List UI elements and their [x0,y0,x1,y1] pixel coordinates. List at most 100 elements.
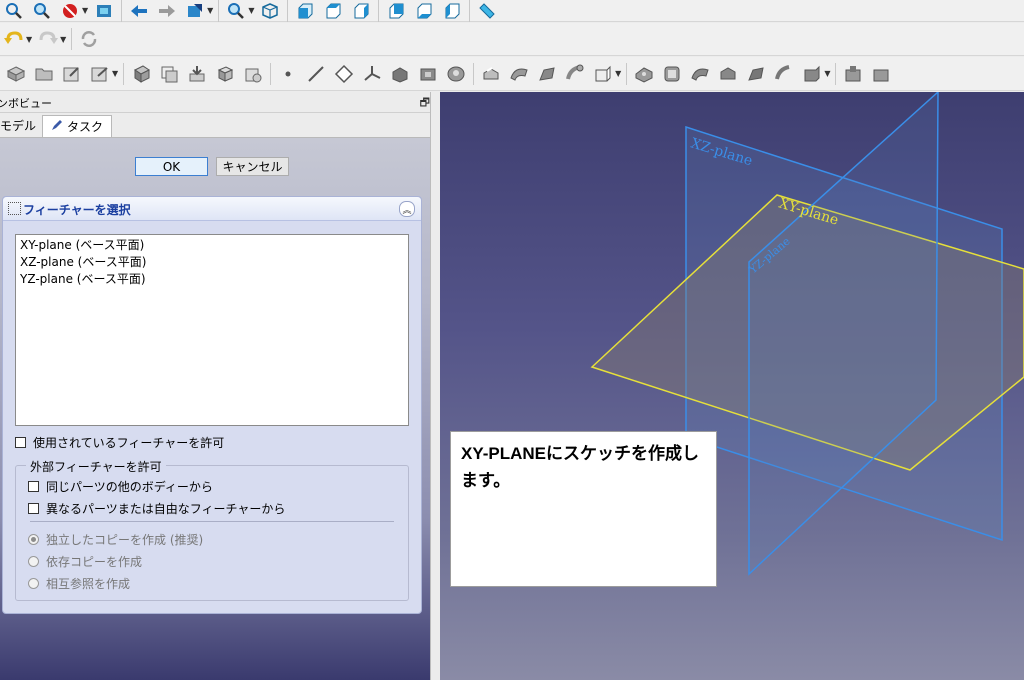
loft-icon[interactable] [536,63,558,85]
zoom-icon[interactable] [31,0,53,22]
select-feature-icon [8,202,21,215]
chevron-down-icon[interactable]: ▼ [60,35,66,44]
reload-icon[interactable] [78,28,100,50]
thickness-icon[interactable] [773,63,795,85]
revolution-icon[interactable] [508,63,530,85]
radio-label: 相互参照を作成 [46,577,131,591]
toolbar-separator [378,0,380,22]
chevron-down-icon[interactable]: ▼ [824,69,830,78]
other-part-checkbox[interactable] [28,503,39,514]
thickness-icon[interactable] [801,63,823,85]
forward-arrow-icon[interactable] [156,0,178,22]
clone-icon[interactable] [186,63,208,85]
other-part-row[interactable]: 異なるパーツまたは自由なフィーチャーから [28,500,285,517]
radio-button[interactable] [28,534,39,545]
thickness-icon[interactable] [745,63,767,85]
same-part-label: 同じパーツの他のボディーから [46,480,213,494]
draft-icon[interactable] [717,63,739,85]
groove-icon[interactable] [480,63,502,85]
radio-independent-copy[interactable]: 独立したコピーを作成 (推奨) [28,531,203,548]
collapse-icon[interactable]: ︽ [399,201,415,217]
toolbar-separator [469,0,471,22]
chevron-down-icon[interactable]: ▼ [82,6,88,15]
validate-sketch-icon[interactable] [89,63,111,85]
point-icon[interactable] [277,63,299,85]
toolbar-separator [218,0,220,22]
cancel-button[interactable]: キャンセル [216,157,289,176]
chevron-down-icon[interactable]: ▼ [26,35,32,44]
measure-icon[interactable] [476,0,498,22]
partdesign-toolbar: ▼ ▼ ▼ [0,57,1024,91]
clone-icon[interactable] [158,63,180,85]
hole-icon[interactable] [445,63,467,85]
clone-icon[interactable] [214,63,236,85]
allow-used-row[interactable]: 使用されているフィーチャーを許可 [15,434,224,451]
combo-tabs: モデル タスク [0,113,436,138]
fillet-icon[interactable] [661,63,683,85]
fit-all-icon[interactable] [3,0,25,22]
pad-icon[interactable] [389,63,411,85]
thickness-icon[interactable] [842,63,864,85]
subtractive-box-icon[interactable] [633,63,655,85]
redo-icon[interactable] [37,28,59,50]
shape-binder-icon[interactable] [130,63,152,85]
radio-dependent-copy[interactable]: 依存コピーを作成 [28,553,142,570]
list-item[interactable]: YZ-plane (ベース平面) [20,271,404,288]
chevron-down-icon[interactable]: ▼ [248,6,254,15]
bottom-view-icon[interactable] [413,0,435,22]
new-sketch-icon[interactable] [61,63,83,85]
divider [30,521,394,522]
stop-icon[interactable] [59,0,81,22]
chevron-down-icon[interactable]: ▼ [615,69,621,78]
allow-used-checkbox[interactable] [15,437,26,448]
feature-select-header[interactable]: フィーチャーを選択 ︽ [3,197,421,221]
radio-cross-reference[interactable]: 相互参照を作成 [28,575,130,592]
refresh-view-icon[interactable] [93,0,115,22]
create-part-icon[interactable] [33,63,55,85]
toolbar-separator [626,62,628,85]
combo-view-title: ンボビュー [0,97,52,110]
clone-icon[interactable] [242,63,264,85]
pipe-icon[interactable] [564,63,586,85]
create-body-icon[interactable] [5,63,27,85]
right-view-icon[interactable] [350,0,372,22]
workbench-icon[interactable] [184,0,206,22]
tab-model[interactable]: モデル [0,115,42,136]
undock-icon[interactable]: 🗗 [420,94,430,113]
ok-button[interactable]: OK [135,157,208,176]
undo-icon[interactable] [3,28,25,50]
same-part-checkbox[interactable] [28,481,39,492]
isometric-view-icon[interactable] [259,0,281,22]
same-part-row[interactable]: 同じパーツの他のボディーから [28,478,213,495]
chevron-down-icon[interactable]: ▼ [112,69,118,78]
radio-button[interactable] [28,556,39,567]
feature-select-box: フィーチャーを選択 ︽ XY-plane (ベース平面) XZ-plane (ベ… [2,196,422,614]
lcs-icon[interactable] [361,63,383,85]
tab-task-label: タスク [66,120,103,134]
additive-box-icon[interactable] [592,63,614,85]
feature-list[interactable]: XY-plane (ベース平面) XZ-plane (ベース平面) YZ-pla… [15,234,409,426]
list-item[interactable]: XZ-plane (ベース平面) [20,254,404,271]
other-part-label: 異なるパーツまたは自由なフィーチャーから [46,502,286,516]
zoom-drop-icon[interactable] [225,0,247,22]
list-item[interactable]: XY-plane (ベース平面) [20,237,404,254]
pocket-icon[interactable] [417,63,439,85]
radio-label: 独立したコピーを作成 (推奨) [46,533,204,547]
left-view-icon[interactable] [441,0,463,22]
panel-splitter[interactable] [430,92,440,680]
back-arrow-icon[interactable] [128,0,150,22]
chevron-down-icon[interactable]: ▼ [207,6,213,15]
feature-select-title: フィーチャーを選択 [23,203,131,217]
3d-viewport[interactable]: XZ-plane XY-plane YZ-plane [440,92,1024,680]
view-toolbar: ▼ ▼ ▼ [0,0,1024,22]
thickness-icon[interactable] [870,63,892,85]
top-view-icon[interactable] [322,0,344,22]
plane-icon[interactable] [333,63,355,85]
line-icon[interactable] [305,63,327,85]
pencil-icon [51,119,63,134]
front-view-icon[interactable] [294,0,316,22]
rear-view-icon[interactable] [385,0,407,22]
chamfer-icon[interactable] [689,63,711,85]
tab-task[interactable]: タスク [42,115,112,137]
radio-button[interactable] [28,578,39,589]
